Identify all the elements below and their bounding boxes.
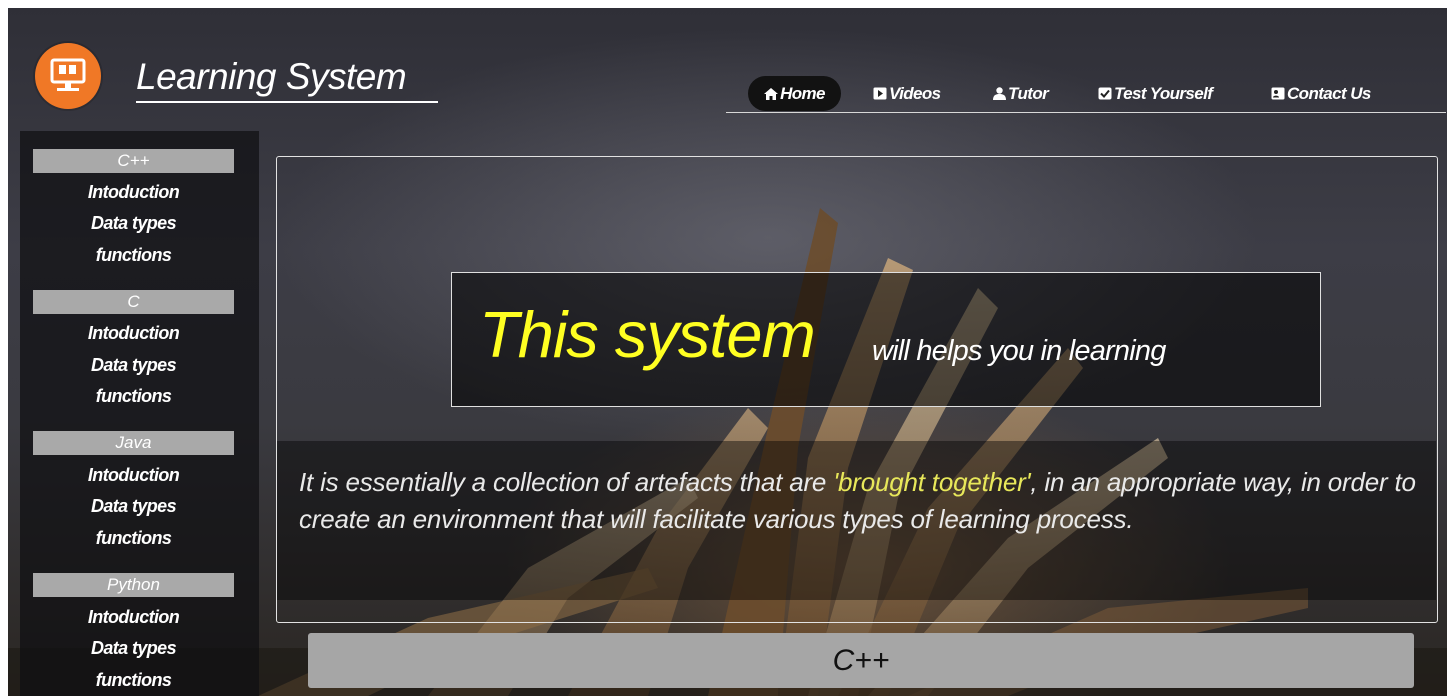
sidebar-link-cpp-introduction[interactable]: Intoduction <box>33 182 234 203</box>
site-title[interactable]: Learning System <box>136 56 407 98</box>
sidebar-category-cpp[interactable]: C++ <box>33 149 234 173</box>
sidebar-link-python-data-types[interactable]: Data types <box>33 638 234 659</box>
description-before: It is essentially a collection of artefa… <box>299 467 834 497</box>
sidebar: C++ Intoduction Data types functions C I… <box>20 131 259 696</box>
nav-contact-us[interactable]: Contact Us <box>1271 76 1371 111</box>
hero-headline: This system <box>479 298 816 371</box>
sidebar-category-java[interactable]: Java <box>33 431 234 455</box>
sidebar-link-c-introduction[interactable]: Intoduction <box>33 323 234 344</box>
nav-test-yourself-label: Test Yourself <box>1114 84 1213 103</box>
sidebar-link-cpp-data-types[interactable]: Data types <box>33 213 234 234</box>
nav-tutor-label: Tutor <box>1008 84 1049 103</box>
sidebar-link-java-introduction[interactable]: Intoduction <box>33 465 234 486</box>
nav-test-yourself[interactable]: Test Yourself <box>1098 76 1213 112</box>
sidebar-link-python-functions[interactable]: functions <box>33 670 234 691</box>
sidebar-link-python-introduction[interactable]: Intoduction <box>33 607 234 628</box>
computer-screen-icon <box>50 58 86 91</box>
nav-tutor[interactable]: Tutor <box>993 76 1049 112</box>
sidebar-link-java-data-types[interactable]: Data types <box>33 496 234 517</box>
user-icon <box>993 77 1006 112</box>
sidebar-link-c-data-types[interactable]: Data types <box>33 355 234 376</box>
title-underline <box>136 101 438 103</box>
sidebar-link-cpp-functions[interactable]: functions <box>33 245 234 266</box>
sidebar-category-c[interactable]: C <box>33 290 234 314</box>
contact-card-icon <box>1271 77 1285 112</box>
nav-videos[interactable]: Videos <box>873 76 941 111</box>
play-icon <box>873 77 887 112</box>
nav-divider <box>726 112 1446 113</box>
page-background: Learning System Home Videos Tutor Test Y… <box>8 8 1447 696</box>
sidebar-category-python[interactable]: Python <box>33 573 234 597</box>
description-text: It is essentially a collection of artefa… <box>299 464 1419 538</box>
checkbox-icon <box>1098 77 1112 112</box>
nav-home[interactable]: Home <box>748 76 841 111</box>
sidebar-link-java-functions[interactable]: functions <box>33 528 234 549</box>
nav-videos-label: Videos <box>889 84 941 103</box>
hero-tagline: will helps you in learning <box>872 335 1166 367</box>
sidebar-link-c-functions[interactable]: functions <box>33 386 234 407</box>
logo[interactable] <box>35 43 101 109</box>
nav-home-label: Home <box>780 84 825 103</box>
main-navigation: Home Videos Tutor Test Yourself Contact … <box>726 76 1446 112</box>
nav-contact-us-label: Contact Us <box>1287 84 1371 103</box>
hero-banner: This system will helps you in learning <box>451 272 1321 407</box>
description-highlight: 'brought together' <box>833 467 1031 497</box>
home-icon <box>764 77 779 112</box>
topic-bar-cpp[interactable]: C++ <box>308 633 1414 688</box>
